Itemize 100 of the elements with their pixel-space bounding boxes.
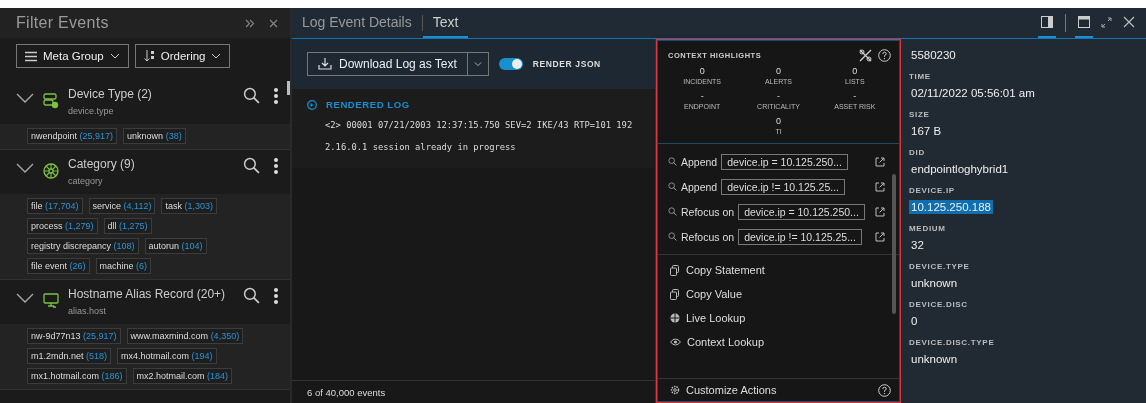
query-chip: device.ip = 10.125.250... xyxy=(738,203,865,220)
menu-item[interactable]: Copy Statement xyxy=(658,258,777,282)
chevron-icon[interactable] xyxy=(16,163,34,173)
menu-item[interactable]: Context Lookup xyxy=(658,330,777,354)
search-icon[interactable] xyxy=(243,87,260,104)
filter-tag[interactable]: mx4.hotmail.com (194) xyxy=(117,348,217,364)
caret-icon xyxy=(473,61,482,67)
filter-tag[interactable]: mx2.hotmail.com (184) xyxy=(132,368,233,384)
help-icon[interactable] xyxy=(878,383,891,397)
query-chip: device.ip != 10.125.25... xyxy=(721,178,845,195)
query-action[interactable]: Append device.ip = 10.125.250... xyxy=(658,149,899,174)
help-icon[interactable] xyxy=(878,49,891,62)
search-icon[interactable] xyxy=(243,157,260,174)
event-count: 6 of 40,000 events xyxy=(307,386,386,398)
query-chip: device.ip != 10.125.25... xyxy=(738,228,862,245)
collapse-icon[interactable] xyxy=(245,18,255,28)
caret-icon xyxy=(211,53,222,59)
search-icon[interactable] xyxy=(668,157,677,166)
filter-tag[interactable]: registry discrepancy (108) xyxy=(27,238,139,254)
group-title: Hostname Alias Record (20+) xyxy=(68,287,227,301)
field-value[interactable]: 167 B xyxy=(909,124,944,138)
field-value[interactable]: endpointloghybrid1 xyxy=(909,162,1011,176)
filter-tag[interactable]: task (1,303) xyxy=(161,198,217,214)
stat-value: - xyxy=(700,91,704,101)
external-link-icon[interactable] xyxy=(875,156,885,167)
filter-tag[interactable]: service (4,112) xyxy=(88,198,156,214)
search-icon[interactable] xyxy=(668,232,677,241)
field-value[interactable]: 32 xyxy=(909,238,926,252)
sort-icon xyxy=(143,50,155,62)
filter-tag[interactable]: autorun (104) xyxy=(144,238,207,254)
search-icon[interactable] xyxy=(668,182,677,191)
filter-tag[interactable]: nwendpoint (25,917) xyxy=(27,128,118,144)
stat-value: 0 xyxy=(699,66,705,76)
group-field: device.type xyxy=(68,106,234,116)
filter-tag[interactable]: m1.2mdn.net (518) xyxy=(27,348,112,364)
customize-link[interactable]: Customize Actions xyxy=(686,384,872,396)
copy-icon xyxy=(670,264,680,276)
query-chip: device.ip = 10.125.250... xyxy=(721,153,848,170)
tools-icon[interactable] xyxy=(859,49,872,62)
tab[interactable]: Log Event Details xyxy=(292,8,422,38)
stat-value: - xyxy=(853,91,857,101)
filter-tag[interactable]: mx1.hotmail.com (186) xyxy=(27,368,127,384)
filter-tag[interactable]: machine (6) xyxy=(95,258,152,274)
group-title: Category (9) xyxy=(68,157,136,171)
external-link-icon[interactable] xyxy=(875,181,885,192)
scrollbar[interactable] xyxy=(892,174,896,314)
window-icon[interactable] xyxy=(1078,16,1090,28)
query-action[interactable]: Append device.ip != 10.125.25... xyxy=(658,174,899,199)
search-icon[interactable] xyxy=(668,207,677,216)
stat-value: - xyxy=(777,91,780,101)
field-value[interactable]: 0 xyxy=(909,314,920,328)
filter-tag[interactable]: nw-9d77n13 (25,917) xyxy=(27,328,121,344)
external-link-icon[interactable] xyxy=(875,231,885,242)
more-icon[interactable] xyxy=(274,87,278,104)
field-value[interactable]: 10.125.250.188 xyxy=(909,200,993,214)
group-field: category xyxy=(68,176,234,186)
toggle-label: RENDER JSON xyxy=(532,59,601,69)
monitor-icon xyxy=(43,293,59,309)
group-title: Device Type (2) xyxy=(68,87,153,101)
close-icon[interactable] xyxy=(1123,16,1135,28)
field-value[interactable]: unknown xyxy=(909,352,960,366)
panel-icon[interactable] xyxy=(1041,16,1053,28)
filter-tag[interactable]: unknown (38) xyxy=(123,128,186,144)
log-line: 2.16.0.1 session already in progress xyxy=(325,141,516,154)
menu-item[interactable]: Copy Value xyxy=(658,282,755,306)
more-icon[interactable] xyxy=(274,287,278,304)
arrow-circle-icon[interactable] xyxy=(307,99,317,110)
chevron-icon[interactable] xyxy=(16,93,34,103)
filter-tag[interactable]: dll (1,275) xyxy=(103,218,152,234)
search-icon[interactable] xyxy=(243,287,260,304)
field-value[interactable]: unknown xyxy=(909,276,960,290)
panel-title: Filter Events xyxy=(16,14,110,32)
log-line: <2> 00001 07/21/2003 12:37:15.750 SEV=2 IKE/43 RTP=101 192 xyxy=(325,119,633,132)
scrollbar[interactable] xyxy=(287,81,290,95)
query-action[interactable]: Refocus on device.ip = 10.125.250... xyxy=(658,199,899,224)
ordering-button[interactable]: Ordering xyxy=(134,44,231,68)
field-value[interactable]: 02/11/2022 05:56:01 am xyxy=(909,86,1037,100)
chevron-icon[interactable] xyxy=(16,293,34,303)
filter-tag[interactable]: www.maxmind.com (4,350) xyxy=(126,328,244,344)
stat-value: 0 xyxy=(776,116,781,126)
field-value[interactable]: 5580230 xyxy=(909,48,958,62)
list-icon xyxy=(25,50,37,62)
field-label: SIZE xyxy=(909,110,931,119)
query-action[interactable]: Refocus on device.ip != 10.125.25... xyxy=(658,224,899,249)
field-label: DEVICE.IP xyxy=(909,186,956,195)
download-icon xyxy=(318,58,332,70)
field-label: MEDIUM xyxy=(909,224,947,233)
filter-tag[interactable]: file (17,704) xyxy=(27,198,83,214)
wheel-icon xyxy=(43,163,59,179)
render-json-toggle[interactable] xyxy=(498,58,523,70)
gear-icon xyxy=(670,385,680,395)
menu-item[interactable]: Live Lookup xyxy=(658,306,758,330)
close-icon[interactable] xyxy=(269,18,278,28)
filter-tag[interactable]: file event (26) xyxy=(27,258,90,274)
external-link-icon[interactable] xyxy=(875,206,885,217)
meta-group-button[interactable]: Meta Group xyxy=(16,44,129,68)
expand-icon[interactable] xyxy=(1101,16,1112,28)
stat-value: 0 xyxy=(852,66,858,76)
filter-tag[interactable]: process (1,279) xyxy=(27,218,98,234)
more-icon[interactable] xyxy=(274,157,278,174)
